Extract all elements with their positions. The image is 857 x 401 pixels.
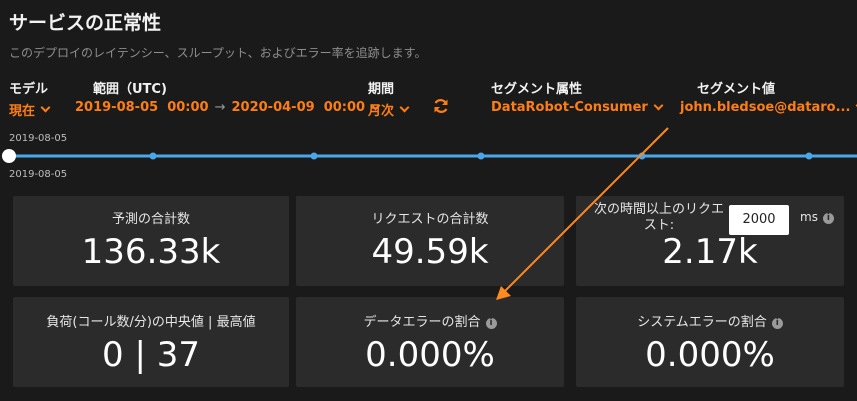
period-dropdown[interactable]: 月次 (368, 100, 410, 119)
timeline-tick (310, 152, 318, 160)
card-title: システムエラーの割合 (637, 315, 767, 330)
card-title: 負荷(コール数/分)の中央値 | 最高値 (46, 315, 256, 330)
card-title: リクエストの合計数 (371, 212, 489, 227)
model-label: モデル (9, 82, 49, 97)
segment-attribute-dropdown[interactable]: DataRobot-Consumer (491, 100, 664, 115)
card-title: 予測の合計数 (111, 212, 190, 227)
threshold-unit: ms (800, 210, 818, 224)
card-value: 0.000% (365, 335, 495, 375)
page-title: サービスの正常性 (9, 12, 162, 34)
segment-value-dropdown[interactable]: john.bledsoe@dataro... (680, 100, 857, 115)
period-label: 期間 (368, 82, 395, 97)
threshold-input[interactable]: 2000 (729, 205, 789, 235)
chevron-down-icon (40, 102, 51, 113)
timeline-handle (2, 149, 16, 163)
range-label: 範囲（UTC) (93, 82, 167, 97)
total-requests-card: リクエストの合計数 49.59k (296, 196, 564, 286)
timeline-tick (638, 152, 646, 160)
card-value: 0 | 37 (102, 335, 200, 375)
chevron-down-icon (399, 102, 410, 113)
segment-attribute-label: セグメント属性 (491, 82, 583, 97)
refresh-icon[interactable] (432, 97, 450, 115)
info-icon[interactable]: i (485, 318, 497, 329)
card-title: データエラーの割合 (363, 315, 481, 330)
data-error-card: データエラーの割合 i 0.000% (296, 297, 564, 387)
card-title-line1: 次の時間以上のリクエ (594, 202, 725, 217)
timeline-end-date: 2019-08-05 (9, 169, 68, 180)
card-value: 2.17k (662, 232, 758, 272)
info-icon[interactable]: i (771, 318, 783, 329)
timeline-tick (805, 152, 813, 160)
total-predictions-card: 予測の合計数 136.33k (13, 196, 289, 286)
model-value: 現在 (9, 104, 36, 119)
segment-value-label: セグメント値 (697, 82, 776, 97)
timeline-start-date: 2019-08-05 (9, 133, 68, 144)
system-error-card: システムエラーの割合 i 0.000% (576, 297, 844, 387)
segment-value-value: john.bledsoe@dataro... (680, 100, 851, 115)
card-value: 136.33k (81, 232, 221, 272)
range-arrow: → (214, 100, 226, 115)
range-end[interactable]: 2020-04-09 00:00 (232, 100, 366, 115)
timeline-tick (477, 152, 485, 160)
timeline-tick (149, 152, 157, 160)
load-card: 負荷(コール数/分)の中央値 | 最高値 0 | 37 (13, 297, 289, 387)
card-value: 0.000% (645, 335, 775, 375)
info-icon[interactable]: i (822, 213, 834, 224)
date-range-selector[interactable]: 2019-08-05 00:00 → 2020-04-09 00:00 (75, 100, 381, 115)
card-value: 49.59k (371, 232, 489, 272)
timeline-slider[interactable] (0, 146, 857, 166)
range-start[interactable]: 2019-08-05 00:00 (75, 100, 209, 115)
period-value: 月次 (368, 104, 395, 119)
page-subtitle: このデプロイのレイテンシー、スループット、およびエラー率を追跡します。 (9, 46, 427, 60)
segment-attribute-value: DataRobot-Consumer (491, 100, 648, 115)
model-dropdown[interactable]: 現在 (9, 100, 51, 119)
chevron-down-icon (653, 100, 664, 111)
